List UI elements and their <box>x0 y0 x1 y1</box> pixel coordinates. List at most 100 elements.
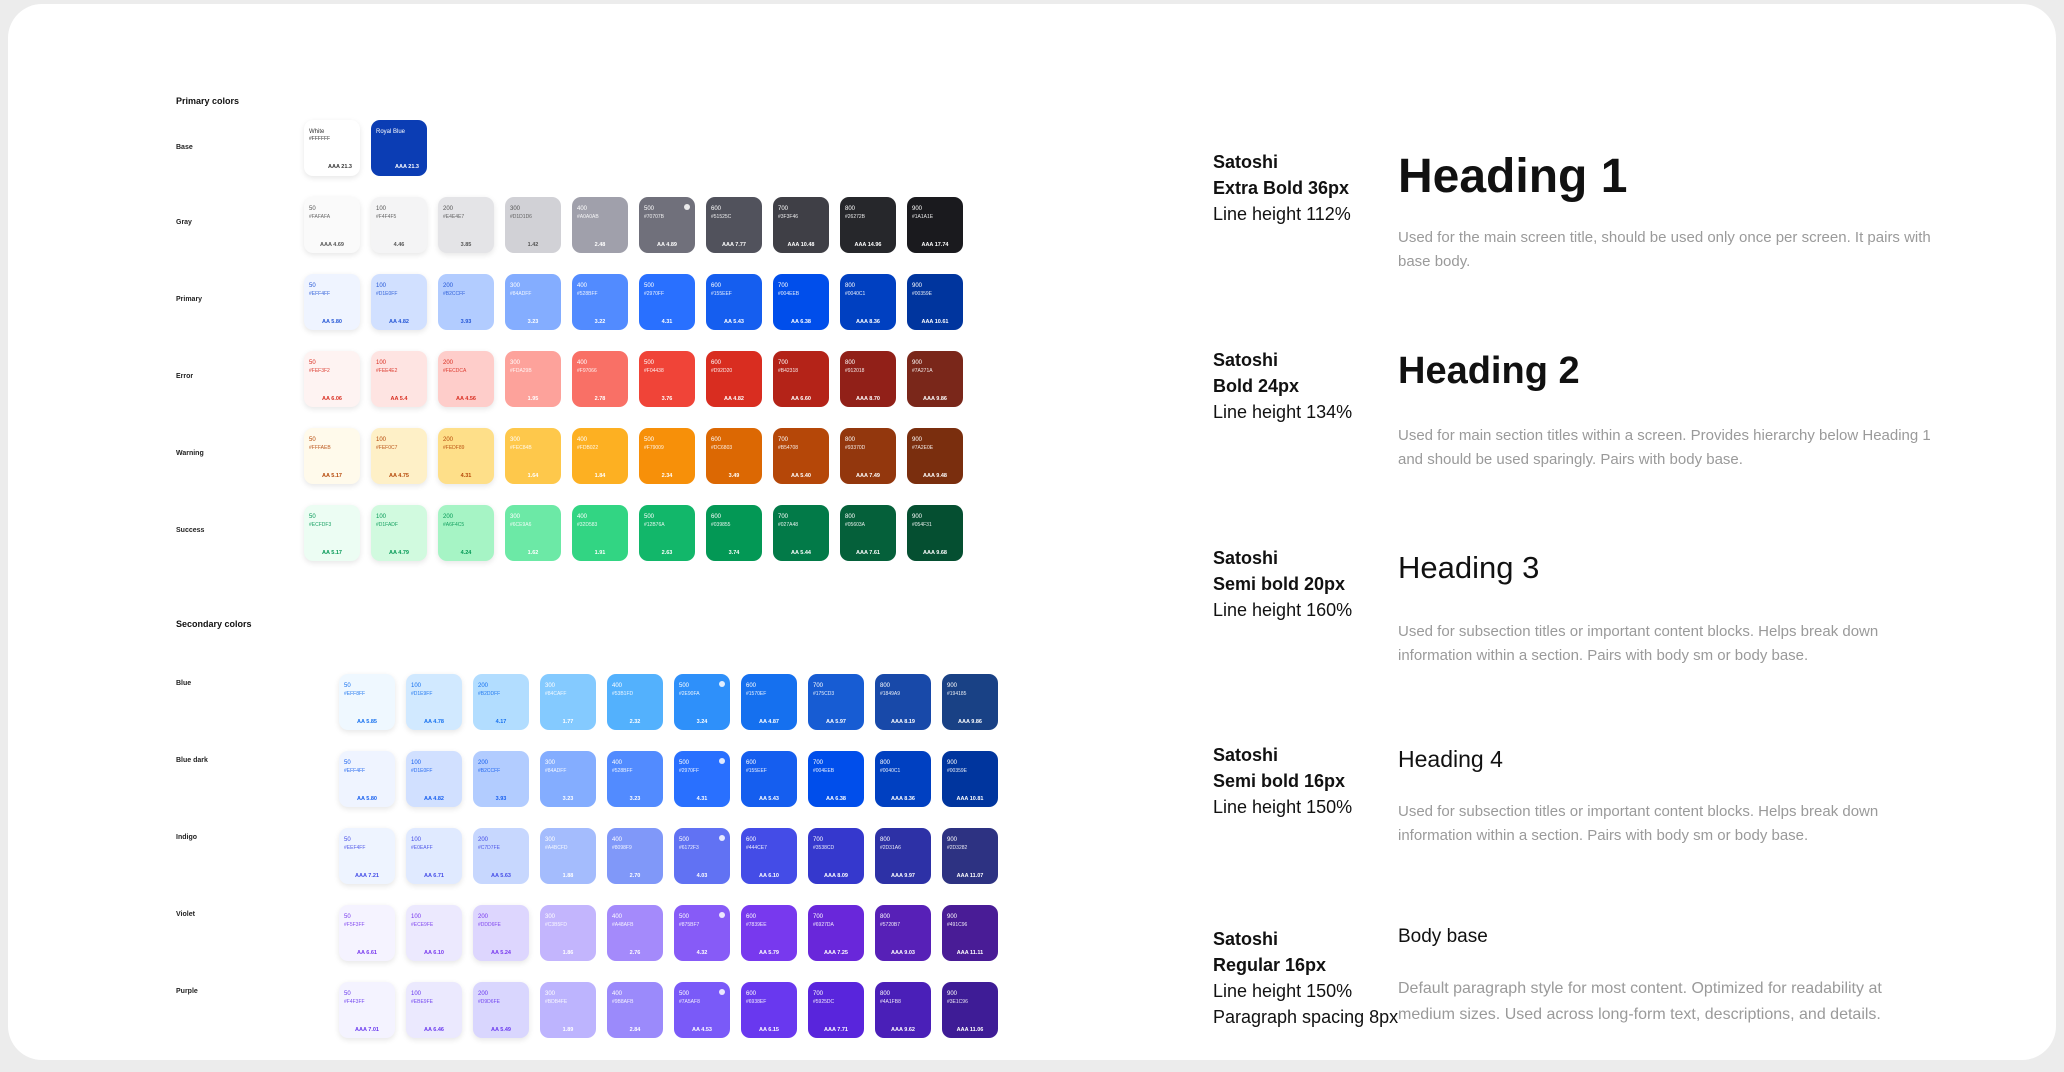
color-swatch-primary-800[interactable]: 800 #0040C1 AAA 8.36 <box>840 274 896 330</box>
color-swatch-primary-400[interactable]: 400 #528BFF 3.22 <box>572 274 628 330</box>
color-swatch-warning-100[interactable]: 100 #FEF0C7 AA 4.75 <box>371 428 427 484</box>
color-swatch-blue-dark-600[interactable]: 600 #155EEF AA 5.43 <box>741 751 797 807</box>
base-swatch-white[interactable]: White #FFFFFF AAA 21.3 <box>304 120 360 176</box>
color-swatch-success-400[interactable]: 400 #32D583 1.91 <box>572 505 628 561</box>
color-swatch-error-100[interactable]: 100 #FEE4E2 AA 5.4 <box>371 351 427 407</box>
color-swatch-primary-900[interactable]: 900 #00359E AAA 10.61 <box>907 274 963 330</box>
color-swatch-success-800[interactable]: 800 #05603A AAA 7.61 <box>840 505 896 561</box>
color-swatch-warning-500[interactable]: 500 #F79009 2.34 <box>639 428 695 484</box>
color-swatch-error-400[interactable]: 400 #F97066 2.78 <box>572 351 628 407</box>
color-swatch-violet-300[interactable]: 300 #C3B5FD 1.86 <box>540 905 596 961</box>
color-swatch-primary-100[interactable]: 100 #D1E0FF AA 4.82 <box>371 274 427 330</box>
color-swatch-success-50[interactable]: 50 #ECFDF3 AA 5.17 <box>304 505 360 561</box>
base-swatch-royal-blue[interactable]: Royal Blue AAA 21.3 <box>371 120 427 176</box>
color-swatch-success-500[interactable]: 500 #12B76A 2.63 <box>639 505 695 561</box>
color-swatch-violet-100[interactable]: 100 #ECE9FE AA 6.10 <box>406 905 462 961</box>
color-swatch-primary-50[interactable]: 50 #EFF4FF AA 5.80 <box>304 274 360 330</box>
color-swatch-purple-500[interactable]: 500 #7A5AF8 AA 4.53 <box>674 982 730 1038</box>
color-swatch-blue-200[interactable]: 200 #B2DDFF 4.17 <box>473 674 529 730</box>
color-swatch-blue-600[interactable]: 600 #1570EF AA 4.87 <box>741 674 797 730</box>
color-swatch-violet-900[interactable]: 900 #491C96 AAA 11.11 <box>942 905 998 961</box>
color-swatch-primary-300[interactable]: 300 #84ADFF 3.23 <box>505 274 561 330</box>
color-swatch-purple-400[interactable]: 400 #9B8AFB 2.84 <box>607 982 663 1038</box>
color-swatch-blue-dark-500[interactable]: 500 #2970FF 4.31 <box>674 751 730 807</box>
color-swatch-blue-dark-100[interactable]: 100 #D1E0FF AA 4.82 <box>406 751 462 807</box>
color-swatch-gray-400[interactable]: 400 #A0A0AB 2.48 <box>572 197 628 253</box>
color-swatch-indigo-900[interactable]: 900 #2D3282 AAA 11.07 <box>942 828 998 884</box>
color-swatch-violet-600[interactable]: 600 #7839EE AA 5.79 <box>741 905 797 961</box>
color-swatch-gray-200[interactable]: 200 #E4E4E7 3.85 <box>438 197 494 253</box>
color-swatch-success-700[interactable]: 700 #027A48 AA 5.44 <box>773 505 829 561</box>
color-swatch-indigo-200[interactable]: 200 #C7D7FE AA 5.63 <box>473 828 529 884</box>
color-swatch-primary-700[interactable]: 700 #004EEB AA 6.38 <box>773 274 829 330</box>
color-swatch-warning-400[interactable]: 400 #FDB022 1.84 <box>572 428 628 484</box>
color-swatch-blue-400[interactable]: 400 #53B1FD 2.32 <box>607 674 663 730</box>
color-swatch-blue-dark-700[interactable]: 700 #004EEB AA 6.38 <box>808 751 864 807</box>
color-swatch-purple-900[interactable]: 900 #3E1C96 AAA 11.06 <box>942 982 998 1038</box>
color-swatch-indigo-500[interactable]: 500 #6172F3 4.03 <box>674 828 730 884</box>
color-swatch-gray-600[interactable]: 600 #51525C AAA 7.77 <box>706 197 762 253</box>
color-swatch-gray-800[interactable]: 800 #26272B AAA 14.96 <box>840 197 896 253</box>
color-swatch-warning-900[interactable]: 900 #7A2E0E AAA 9.48 <box>907 428 963 484</box>
color-swatch-error-500[interactable]: 500 #F04438 3.76 <box>639 351 695 407</box>
color-swatch-indigo-50[interactable]: 50 #EEF4FF AAA 7.21 <box>339 828 395 884</box>
color-swatch-primary-500[interactable]: 500 #2970FF 4.31 <box>639 274 695 330</box>
color-swatch-blue-500[interactable]: 500 #2E90FA 3.24 <box>674 674 730 730</box>
color-swatch-purple-50[interactable]: 50 #F4F3FF AAA 7.01 <box>339 982 395 1038</box>
color-swatch-error-600[interactable]: 600 #D92D20 AA 4.82 <box>706 351 762 407</box>
color-swatch-indigo-700[interactable]: 700 #3538CD AAA 8.09 <box>808 828 864 884</box>
color-swatch-blue-800[interactable]: 800 #1849A9 AAA 8.19 <box>875 674 931 730</box>
color-swatch-warning-200[interactable]: 200 #FEDF89 4.31 <box>438 428 494 484</box>
color-swatch-violet-800[interactable]: 800 #5720B7 AAA 9.03 <box>875 905 931 961</box>
color-swatch-blue-50[interactable]: 50 #EFF8FF AA 5.85 <box>339 674 395 730</box>
color-swatch-purple-800[interactable]: 800 #4A1FB8 AAA 9.62 <box>875 982 931 1038</box>
color-swatch-purple-300[interactable]: 300 #BDB4FE 1.89 <box>540 982 596 1038</box>
color-swatch-error-900[interactable]: 900 #7A271A AAA 9.86 <box>907 351 963 407</box>
color-swatch-gray-300[interactable]: 300 #D1D1D6 1.42 <box>505 197 561 253</box>
color-swatch-blue-dark-300[interactable]: 300 #84ADFF 3.23 <box>540 751 596 807</box>
color-swatch-success-900[interactable]: 900 #054F31 AAA 9.68 <box>907 505 963 561</box>
color-swatch-success-100[interactable]: 100 #D1FADF AA 4.79 <box>371 505 427 561</box>
color-swatch-warning-600[interactable]: 600 #DC6803 3.49 <box>706 428 762 484</box>
color-swatch-primary-200[interactable]: 200 #B2CCFF 3.93 <box>438 274 494 330</box>
color-swatch-warning-300[interactable]: 300 #FEC84B 1.64 <box>505 428 561 484</box>
color-swatch-blue-dark-50[interactable]: 50 #EFF4FF AA 5.80 <box>339 751 395 807</box>
color-swatch-error-50[interactable]: 50 #FEF3F2 AA 6.06 <box>304 351 360 407</box>
color-swatch-error-300[interactable]: 300 #FDA29B 1.95 <box>505 351 561 407</box>
color-swatch-success-200[interactable]: 200 #A6F4C5 4.24 <box>438 505 494 561</box>
color-swatch-gray-700[interactable]: 700 #3F3F46 AAA 10.48 <box>773 197 829 253</box>
color-swatch-warning-800[interactable]: 800 #93370D AAA 7.49 <box>840 428 896 484</box>
color-swatch-blue-300[interactable]: 300 #84CAFF 1.77 <box>540 674 596 730</box>
color-swatch-violet-50[interactable]: 50 #F5F3FF AA 6.61 <box>339 905 395 961</box>
color-swatch-purple-600[interactable]: 600 #6938EF AA 6.15 <box>741 982 797 1038</box>
color-swatch-error-800[interactable]: 800 #912018 AAA 8.70 <box>840 351 896 407</box>
color-swatch-blue-900[interactable]: 900 #194185 AAA 9.86 <box>942 674 998 730</box>
color-swatch-gray-100[interactable]: 100 #F4F4F5 4.46 <box>371 197 427 253</box>
color-swatch-warning-50[interactable]: 50 #FFFAEB AA 5.17 <box>304 428 360 484</box>
color-swatch-blue-700[interactable]: 700 #175CD3 AA 5.97 <box>808 674 864 730</box>
color-swatch-indigo-400[interactable]: 400 #8098F9 2.70 <box>607 828 663 884</box>
color-swatch-primary-600[interactable]: 600 #155EEF AA 5.43 <box>706 274 762 330</box>
color-swatch-warning-700[interactable]: 700 #B54708 AA 5.40 <box>773 428 829 484</box>
color-swatch-blue-dark-900[interactable]: 900 #00359E AAA 10.81 <box>942 751 998 807</box>
color-swatch-violet-400[interactable]: 400 #A48AFB 2.76 <box>607 905 663 961</box>
color-swatch-violet-700[interactable]: 700 #6927DA AAA 7.25 <box>808 905 864 961</box>
color-swatch-indigo-600[interactable]: 600 #444CE7 AA 6.10 <box>741 828 797 884</box>
color-swatch-indigo-800[interactable]: 800 #2D31A6 AAA 9.97 <box>875 828 931 884</box>
color-swatch-indigo-300[interactable]: 300 #A4BCFD 1.88 <box>540 828 596 884</box>
color-swatch-violet-500[interactable]: 500 #875BF7 4.32 <box>674 905 730 961</box>
color-swatch-blue-dark-400[interactable]: 400 #528BFF 3.23 <box>607 751 663 807</box>
color-swatch-purple-700[interactable]: 700 #5925DC AAA 7.71 <box>808 982 864 1038</box>
color-swatch-error-700[interactable]: 700 #B42318 AA 6.60 <box>773 351 829 407</box>
color-swatch-gray-500[interactable]: 500 #70707B AA 4.89 <box>639 197 695 253</box>
color-swatch-gray-900[interactable]: 900 #1A1A1E AAA 17.74 <box>907 197 963 253</box>
color-swatch-success-300[interactable]: 300 #6CE9A6 1.62 <box>505 505 561 561</box>
color-swatch-violet-200[interactable]: 200 #DDD6FE AA 5.24 <box>473 905 529 961</box>
color-swatch-blue-100[interactable]: 100 #D1E9FF AA 4.78 <box>406 674 462 730</box>
color-swatch-indigo-100[interactable]: 100 #E0EAFF AA 6.71 <box>406 828 462 884</box>
color-swatch-blue-dark-800[interactable]: 800 #0040C1 AAA 8.36 <box>875 751 931 807</box>
color-swatch-purple-200[interactable]: 200 #D9D6FE AA 5.49 <box>473 982 529 1038</box>
color-swatch-blue-dark-200[interactable]: 200 #B2CCFF 3.93 <box>473 751 529 807</box>
color-swatch-purple-100[interactable]: 100 #EBE9FE AA 6.46 <box>406 982 462 1038</box>
color-swatch-success-600[interactable]: 600 #039855 3.74 <box>706 505 762 561</box>
